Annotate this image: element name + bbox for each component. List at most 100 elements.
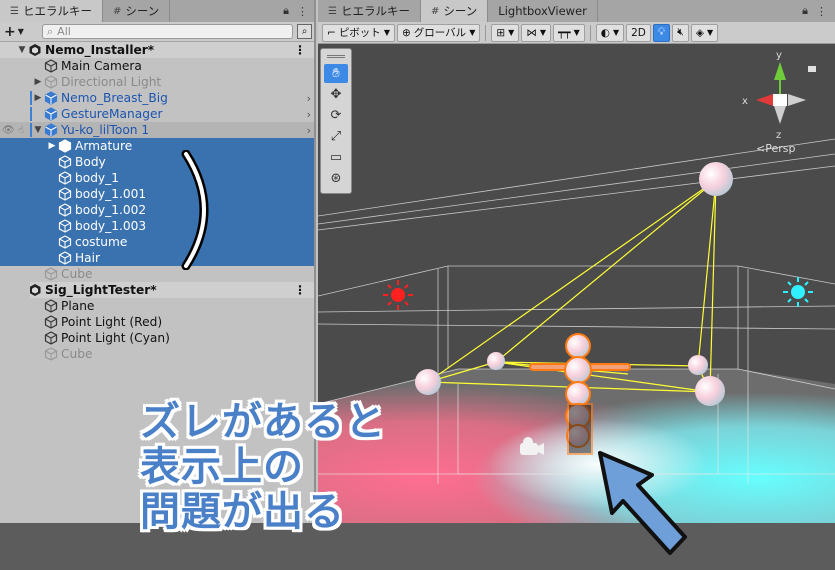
gameobject-icon [44,107,58,121]
chevron-down-icon: ▼ [383,28,390,37]
hierarchy-row[interactable]: Hair [0,250,314,266]
chevron-right-icon[interactable]: › [307,108,311,121]
visibility-icon[interactable]: 👁︎ ☝︎ [2,125,24,136]
rect-tool-icon[interactable]: ▭ [324,148,348,167]
gameobject-icon [58,251,72,265]
create-button[interactable]: + ▼ [4,24,38,40]
hierarchy-row[interactable]: body_1.001 [0,186,314,202]
move-tool-icon[interactable]: ✥ [324,85,348,104]
scale-tool-icon[interactable]: ⤢ [324,127,348,146]
hierarchy-row[interactable]: ▶ Directional Light [0,74,314,90]
sphere-icon: ◐ [600,26,610,39]
audio-toggle[interactable]: 🔇︎ [672,23,689,42]
chevron-right-icon[interactable]: › [307,92,311,105]
hierarchy-row[interactable]: Cube [0,266,314,282]
hierarchy-row[interactable]: Plane [0,298,314,314]
hierarchy-row[interactable]: Cube [0,346,314,362]
scene-row[interactable]: ▼ Nemo_Installer* ⋮ [0,42,314,58]
prefab-override-marker [30,123,32,137]
search-input[interactable]: ⌕ All [42,24,293,39]
hierarchy-row[interactable]: Point Light (Cyan) [0,330,314,346]
global-dropdown[interactable]: ⊕ グローバル ▼ [396,23,481,42]
tab-lightbox-viewer[interactable]: LightboxViewer [488,0,598,22]
chevron-down-icon: ▼ [539,28,546,37]
hierarchy-tree: ▼ Nemo_Installer* ⋮ Main Camera ▶ Directio… [0,42,314,362]
chevron-right-icon[interactable]: › [307,124,311,137]
light-sphere[interactable] [487,352,505,370]
row-label: Nemo_Breast_Big [61,91,168,105]
scene-search-icon[interactable]: ⌕ [297,24,312,39]
expand-arrow-icon[interactable]: ▼ [16,45,28,55]
tab-scene[interactable]: # シーン [103,0,171,22]
shading-mode-button[interactable]: ◐ ▼ [595,23,625,42]
row-label: Point Light (Cyan) [61,331,170,345]
ruler-icon: ┯┯ [557,26,571,39]
gameobject-icon [58,171,72,185]
hierarchy-tabbar: ☰ ヒエラルキー # シーン 🔒︎ ⋮ [0,0,314,22]
row-icon [44,123,61,137]
lock-icon[interactable]: 🔒︎ [283,4,289,18]
prefab-override-marker [30,91,32,105]
hierarchy-row[interactable]: Point Light (Red) [0,314,314,330]
row-label: Hair [75,251,101,265]
row-icon [58,187,75,201]
tab-scene-2[interactable]: # シーン [420,0,489,22]
grip-handle[interactable] [327,55,345,58]
transform-tool-icon[interactable]: ⊛ [324,169,348,188]
collapse-arrow-icon[interactable]: ▶ [32,93,44,103]
light-sphere[interactable] [415,369,441,395]
hierarchy-row[interactable]: body_1.003 [0,218,314,234]
kebab-menu-icon[interactable]: ⋮ [297,5,308,18]
scene-row[interactable]: ▼ Sig_LightTester*⋮ [0,282,314,298]
lock-icon[interactable] [808,66,816,72]
collapse-arrow-icon[interactable]: ▶ [46,141,58,151]
left-panel-margin [0,282,30,523]
row-icon [58,251,75,265]
caption-line-3: 問題が出る [140,489,345,535]
hierarchy-row[interactable]: ▶ Nemo_Breast_Big › [0,90,314,106]
hierarchy-row[interactable]: body_1.002 [0,202,314,218]
row-label: Nemo_Installer* [45,43,155,57]
hierarchy-row[interactable]: ▼ Yu-ko_lilToon 1 › 👁︎ ☝︎ [0,122,314,138]
row-label: body_1.001 [75,187,147,201]
caption-line-2: 表示上の [140,444,304,490]
tab-hierarchy[interactable]: ☰ ヒエラルキー [0,0,103,22]
gameobject-icon [58,235,72,249]
light-sphere[interactable] [688,355,708,375]
row-icon [44,91,61,105]
persp-label[interactable]: <Persp [756,142,795,155]
effects-button[interactable]: ◈ ▼ [690,23,719,42]
pivot-icon: ⌐ [327,26,336,39]
increment-snap-button[interactable]: ⋈ ▼ [521,23,551,42]
light-sphere[interactable] [699,162,733,196]
rotate-tool-icon[interactable]: ⟳ [324,106,348,125]
hierarchy-row[interactable]: ▶ Armature [0,138,314,154]
hand-tool-icon[interactable]: ✋︎ [324,64,348,83]
row-label: Point Light (Red) [61,315,163,329]
row-label: Plane [61,299,95,313]
lock-icon[interactable]: 🔒︎ [802,4,808,18]
hierarchy-row[interactable]: Body [0,154,314,170]
hierarchy-row[interactable]: body_1 [0,170,314,186]
pivot-dropdown[interactable]: ⌐ ピボット ▼ [322,23,395,42]
expand-arrow-icon[interactable]: ▼ [32,125,44,135]
kebab-menu-icon[interactable]: ⋮ [294,43,306,57]
collapse-arrow-icon[interactable]: ▶ [32,77,44,87]
light-sphere[interactable] [695,376,725,406]
hierarchy-row[interactable]: GestureManager › [0,106,314,122]
hierarchy-row[interactable]: costume [0,234,314,250]
ruler-button[interactable]: ┯┯ ▼ [552,23,585,42]
row-icon [44,75,61,89]
lighting-toggle[interactable]: 💡︎ [652,23,671,42]
gameobject-icon [44,91,58,105]
grid-icon: # [112,5,122,17]
chevron-down-icon: ▼ [17,27,24,36]
gameobject-icon [58,187,72,201]
gameobject-icon [58,203,72,217]
mode-2d-button[interactable]: 2D [626,23,651,42]
kebab-menu-icon[interactable]: ⋮ [816,5,827,18]
grid-snap-button[interactable]: ⊞ ▼ [491,23,520,42]
hierarchy-row[interactable]: Main Camera [0,58,314,74]
tab-hierarchy-2[interactable]: ☰ ヒエラルキー [318,0,421,22]
kebab-menu-icon[interactable]: ⋮ [294,283,306,297]
